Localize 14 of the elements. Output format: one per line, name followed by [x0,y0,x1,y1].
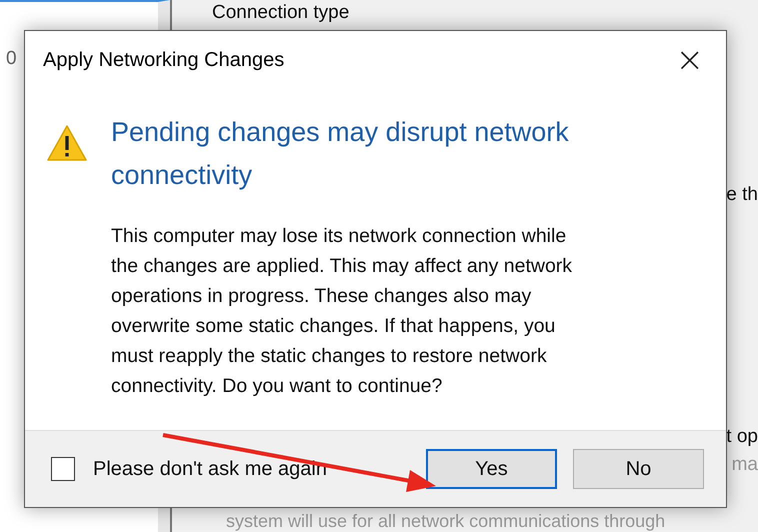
warning-icon [47,125,87,161]
background-text: e th [726,184,758,206]
dialog-title: Apply Networking Changes [43,48,284,72]
dialog-heading: Pending changes may disrupt network connectivity [111,116,570,192]
list-text: 0 [6,48,17,70]
background-text: system will use for all network communications through [226,511,666,531]
dialog-message: This computer may lose its network connection while the changes are applied. This may affect any network operations in progress. These changes also may overwrite some static changes. If that happens, you must reapply the static changes to restore network connectivity. Do you want to continue? [111,224,572,399]
close-button[interactable]: × [670,40,710,80]
background-text: ma [732,454,758,476]
no-button[interactable]: No [573,449,704,489]
checkbox[interactable] [51,457,75,481]
yes-button[interactable]: Yes [426,449,557,489]
background-text: t op [726,426,758,448]
group-label: Connection type [212,2,350,24]
